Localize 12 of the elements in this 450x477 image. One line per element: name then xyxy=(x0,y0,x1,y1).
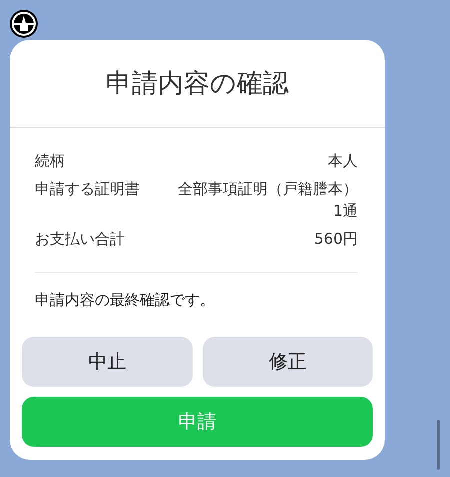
row-label: 申請する証明書 xyxy=(35,179,140,200)
scrollbar xyxy=(437,420,440,470)
confirmation-message: 申請内容の最終確認です。 xyxy=(35,272,358,310)
emblem-icon xyxy=(10,10,38,38)
secondary-button[interactable]: 中止 xyxy=(22,337,192,387)
row-label: 続柄 xyxy=(35,151,65,172)
row-value: 全部事項証明（戸籍謄本）1通 xyxy=(177,179,358,222)
secondary-button[interactable]: 修正 xyxy=(202,337,373,387)
row-value: 本人 xyxy=(328,151,358,172)
dialog-title: 申請内容の確認 xyxy=(10,40,385,128)
row-value: 560円 xyxy=(314,229,358,250)
row-label: お支払い合計 xyxy=(35,229,125,250)
